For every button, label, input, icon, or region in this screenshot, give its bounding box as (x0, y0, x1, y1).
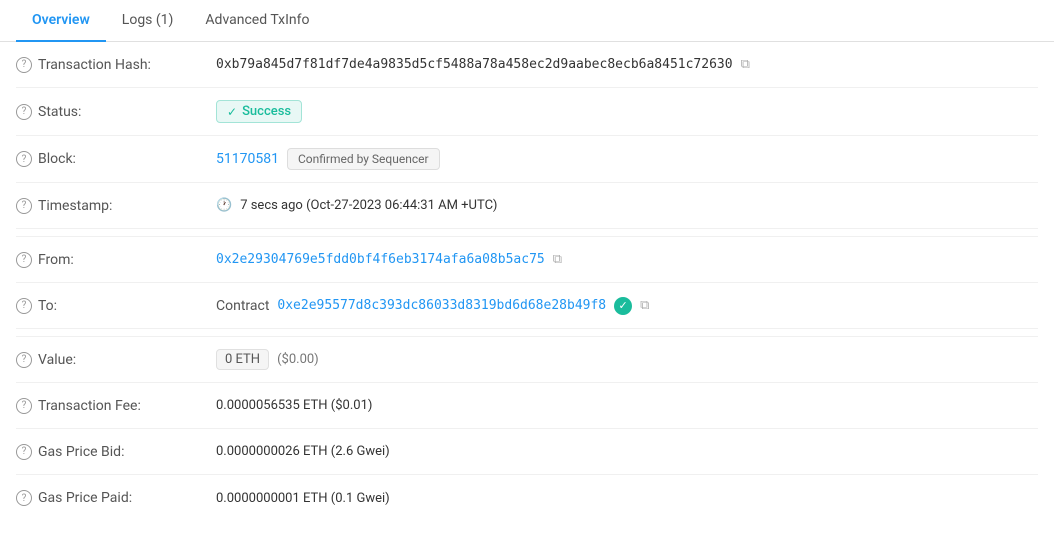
block-label: ? Block: (16, 151, 216, 167)
gas-price-paid-row: ? Gas Price Paid: 0.0000000001 ETH (0.1 … (16, 475, 1038, 521)
status-value: Success (216, 100, 1038, 123)
clock-icon: 🕐 (216, 198, 232, 213)
block-value: 51170581 Confirmed by Sequencer (216, 148, 1038, 170)
gas-price-paid-value: 0.0000000001 ETH (0.1 Gwei) (216, 491, 1038, 506)
timestamp-row: ? Timestamp: 🕐 7 secs ago (Oct-27-2023 0… (16, 183, 1038, 229)
value-label: ? Value: (16, 352, 216, 368)
from-row: ? From: 0x2e29304769e5fdd0bf4f6eb3174afa… (16, 237, 1038, 283)
copy-from-button[interactable]: ⧉ (553, 252, 562, 267)
to-value: Contract 0xe2e95577d8c393dc86033d8319bd6… (216, 297, 1038, 315)
eth-value-badge: 0 ETH (216, 349, 269, 370)
tab-bar: Overview Logs (1) Advanced TxInfo (0, 0, 1054, 42)
to-label: ? To: (16, 298, 216, 314)
gas-price-bid-row: ? Gas Price Bid: 0.0000000026 ETH (2.6 G… (16, 429, 1038, 475)
status-row: ? Status: Success (16, 88, 1038, 136)
copy-to-button[interactable]: ⧉ (640, 298, 649, 313)
help-icon-timestamp[interactable]: ? (16, 198, 32, 214)
transaction-fee-row: ? Transaction Fee: 0.0000056535 ETH ($0.… (16, 383, 1038, 429)
help-icon-fee[interactable]: ? (16, 398, 32, 414)
copy-txhash-button[interactable]: ⧉ (741, 57, 750, 72)
transaction-fee-label: ? Transaction Fee: (16, 398, 216, 414)
transaction-fee-value: 0.0000056535 ETH ($0.01) (216, 398, 1038, 413)
help-icon-from[interactable]: ? (16, 252, 32, 268)
transaction-hash-row: ? Transaction Hash: 0xb79a845d7f81df7de4… (16, 42, 1038, 88)
timestamp-label: ? Timestamp: (16, 198, 216, 214)
sequencer-badge: Confirmed by Sequencer (287, 148, 440, 170)
gas-price-bid-label: ? Gas Price Bid: (16, 444, 216, 460)
tab-advanced[interactable]: Advanced TxInfo (189, 0, 325, 42)
status-label: ? Status: (16, 104, 216, 120)
section-divider-2 (16, 329, 1038, 337)
section-divider-1 (16, 229, 1038, 237)
to-row: ? To: Contract 0xe2e95577d8c393dc86033d8… (16, 283, 1038, 329)
gas-price-paid-label: ? Gas Price Paid: (16, 490, 216, 506)
status-badge: Success (216, 100, 302, 123)
to-address-link[interactable]: 0xe2e95577d8c393dc86033d8319bd6d68e28b49… (277, 298, 606, 313)
from-address-link[interactable]: 0x2e29304769e5fdd0bf4f6eb3174afa6a08b5ac… (216, 252, 545, 267)
help-icon-gas-bid[interactable]: ? (16, 444, 32, 460)
help-icon-gas-paid[interactable]: ? (16, 490, 32, 506)
block-row: ? Block: 51170581 Confirmed by Sequencer (16, 136, 1038, 183)
help-icon-to[interactable]: ? (16, 298, 32, 314)
tab-overview[interactable]: Overview (16, 0, 106, 42)
gas-price-bid-value: 0.0000000026 ETH (2.6 Gwei) (216, 444, 1038, 459)
transaction-hash-label: ? Transaction Hash: (16, 57, 216, 73)
help-icon-block[interactable]: ? (16, 151, 32, 167)
block-number-link[interactable]: 51170581 (216, 151, 279, 167)
overview-content: ? Transaction Hash: 0xb79a845d7f81df7de4… (0, 42, 1054, 521)
help-icon-txhash[interactable]: ? (16, 57, 32, 73)
tab-logs[interactable]: Logs (1) (106, 0, 190, 42)
value-value: 0 ETH ($0.00) (216, 349, 1038, 370)
verified-icon: ✓ (614, 297, 632, 315)
help-icon-value[interactable]: ? (16, 352, 32, 368)
from-label: ? From: (16, 252, 216, 268)
help-icon-status[interactable]: ? (16, 104, 32, 120)
from-value: 0x2e29304769e5fdd0bf4f6eb3174afa6a08b5ac… (216, 252, 1038, 267)
transaction-hash-value: 0xb79a845d7f81df7de4a9835d5cf5488a78a458… (216, 57, 1038, 72)
timestamp-value: 🕐 7 secs ago (Oct-27-2023 06:44:31 AM +U… (216, 198, 1038, 213)
value-row: ? Value: 0 ETH ($0.00) (16, 337, 1038, 383)
